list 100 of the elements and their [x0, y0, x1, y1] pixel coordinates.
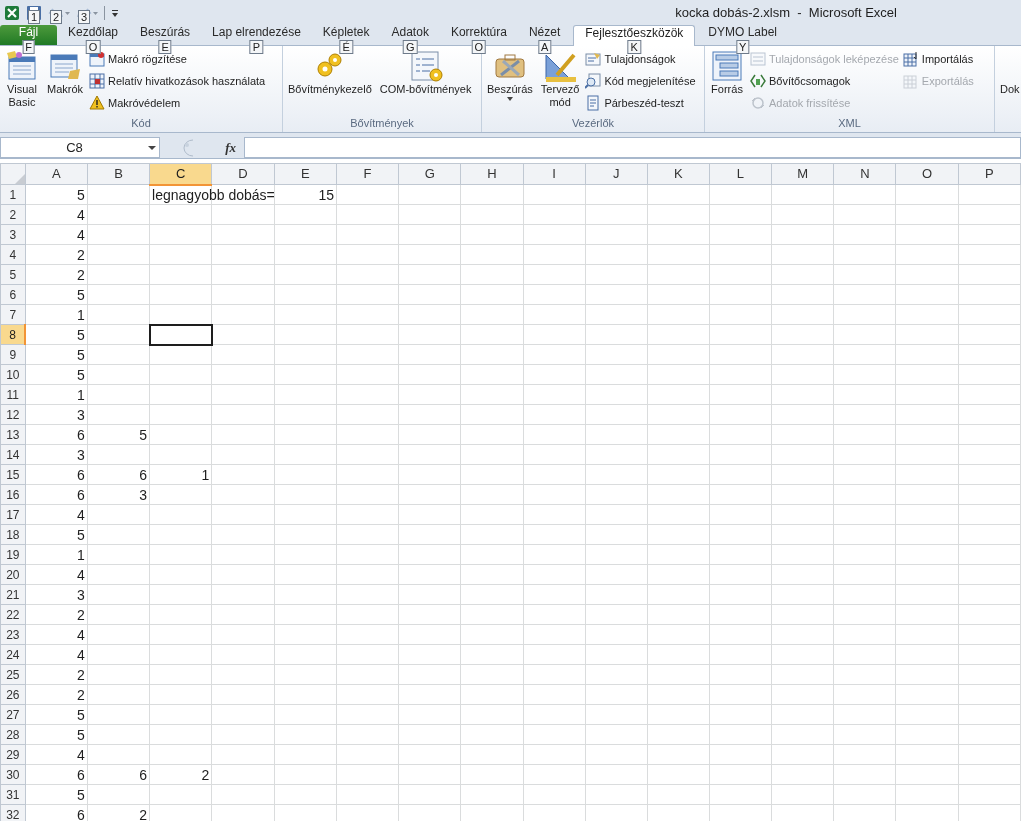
cell-value: 6 — [76, 465, 86, 484]
cell-value: 4 — [76, 205, 86, 224]
cell-value: 2 — [76, 245, 86, 264]
dialog-icon — [585, 95, 602, 111]
keytip: E — [158, 40, 172, 54]
row-header[interactable]: 8 — [0, 324, 26, 345]
column-header[interactable]: O — [896, 163, 959, 185]
cell-value: 15 — [317, 185, 335, 204]
cell-value: 1 — [200, 465, 211, 484]
large-ribbon-button[interactable]: Dok — [998, 49, 1021, 96]
refresh-icon — [750, 95, 766, 111]
column-header[interactable]: F — [336, 163, 399, 185]
cell-value: 2 — [76, 265, 86, 284]
column-header[interactable]: L — [709, 163, 772, 185]
ribbon-button[interactable]: Relatív hivatkozások használata — [89, 71, 266, 91]
cell-value: 6 — [76, 425, 86, 444]
magnifier-icon — [585, 73, 602, 89]
keytip: P — [249, 40, 264, 54]
ribbon-button[interactable]: Makróvédelem — [89, 93, 266, 113]
column-header[interactable]: A — [25, 163, 88, 185]
package-icon — [750, 73, 766, 89]
column-header[interactable]: B — [87, 163, 150, 185]
cell-value: 5 — [76, 525, 86, 544]
ribbon-button[interactable]: Kód megjelenítése — [585, 71, 696, 91]
cell-value: 6 — [76, 765, 86, 784]
cell-value: 4 — [76, 505, 86, 524]
warning-icon — [89, 95, 106, 111]
cell-value: 2 — [76, 685, 86, 704]
column-header[interactable]: D — [211, 163, 274, 185]
keytip: É — [339, 40, 353, 54]
keytip: O — [471, 40, 487, 54]
cell-value: 3 — [138, 485, 149, 504]
grid-icon — [89, 73, 106, 89]
record-icon — [89, 51, 106, 67]
cell-value: 5 — [138, 425, 149, 444]
name-box[interactable]: C8 — [0, 137, 160, 158]
column-header[interactable]: K — [647, 163, 710, 185]
keytip: G — [402, 40, 418, 54]
cell-value: 5 — [76, 785, 86, 804]
keytip: Y — [736, 40, 750, 54]
cell-value: 5 — [76, 365, 86, 384]
keytip: 3 — [78, 9, 91, 24]
column-header[interactable]: I — [523, 163, 586, 185]
ribbon-button[interactable]: Párbeszéd-teszt — [585, 93, 696, 113]
cell-value: 4 — [76, 625, 86, 644]
column-header[interactable]: E — [274, 163, 337, 185]
cell-value: 4 — [76, 745, 86, 764]
keytip: K — [627, 40, 641, 54]
cell-value: 3 — [76, 585, 86, 604]
formula-input[interactable] — [244, 137, 1021, 158]
cell-value: 5 — [76, 705, 86, 724]
cell-value: 3 — [76, 405, 86, 424]
column-header[interactable]: C — [149, 163, 212, 185]
column-header[interactable]: N — [833, 163, 896, 185]
cell-value: 6 — [138, 465, 149, 484]
cell-text: legnagyobb dobás= — [152, 185, 275, 204]
cell-value: 2 — [200, 765, 211, 784]
group-label: Kód — [131, 116, 151, 131]
window-icon — [5, 49, 39, 83]
cell-value: 6 — [76, 485, 86, 504]
column-header[interactable]: P — [958, 163, 1021, 185]
cell-value: 6 — [76, 805, 86, 821]
insert-function-button[interactable]: fx — [225, 137, 236, 158]
cell-value: 2 — [76, 605, 86, 624]
cell-value: 6 — [138, 765, 149, 784]
checklist-icon — [408, 49, 443, 83]
cell-value: 3 — [76, 445, 86, 464]
group-label: Bővítmények — [350, 116, 414, 131]
corner-triangle-icon[interactable] — [14, 174, 25, 184]
column-header[interactable]: J — [585, 163, 648, 185]
caret-icon — [148, 143, 156, 152]
cell-value: 1 — [76, 545, 86, 564]
cell-value: 4 — [76, 225, 86, 244]
column-header[interactable]: G — [398, 163, 461, 185]
cell-value: 4 — [76, 565, 86, 584]
cell-value: 5 — [76, 285, 86, 304]
group-label: Vezérlők — [571, 116, 615, 131]
large-ribbon-button[interactable]: Makrók — [45, 49, 86, 96]
ribbon-button[interactable]: Bővítőcsomagok — [750, 71, 899, 91]
column-header[interactable]: M — [771, 163, 834, 185]
import-icon — [902, 51, 919, 67]
cell-value: 5 — [76, 185, 86, 204]
cell-value: 2 — [138, 805, 149, 821]
cell-value: 5 — [76, 725, 86, 744]
properties-icon — [585, 51, 602, 67]
keytip: F — [22, 40, 35, 54]
spreadsheet-logo-icon — [4, 4, 20, 21]
cell-value: 2 — [76, 665, 86, 684]
tree-icon — [710, 49, 744, 83]
cell-value: 1 — [76, 385, 86, 404]
export-icon — [902, 73, 919, 89]
keytip: A — [537, 40, 552, 54]
cell-value: 4 — [76, 645, 86, 664]
ribbon-button[interactable]: Importálás — [902, 49, 974, 69]
group-label: XML — [838, 116, 861, 131]
large-ribbon-button[interactable]: Beszúrás — [485, 49, 535, 102]
cell-value: 5 — [76, 325, 86, 344]
cell-value: 1 — [76, 305, 86, 324]
keytip: 2 — [50, 9, 63, 24]
column-header[interactable]: H — [460, 163, 524, 185]
